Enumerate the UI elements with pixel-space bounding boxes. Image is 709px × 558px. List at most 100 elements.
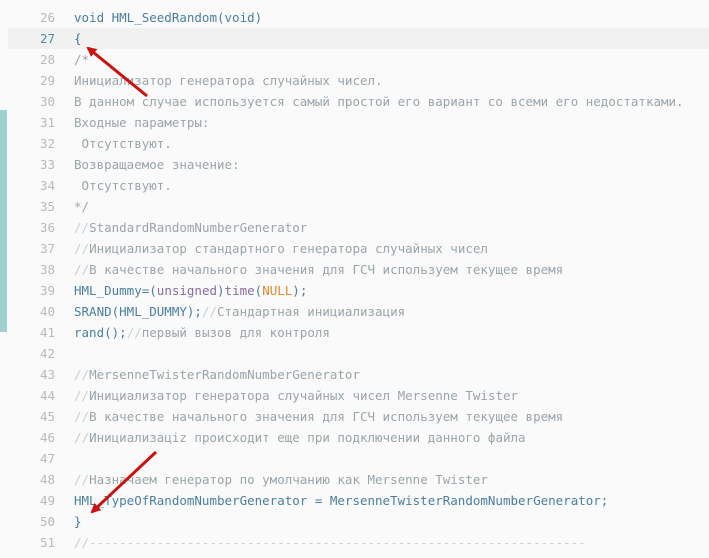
line-number: 50 — [39, 514, 55, 529]
code-text: //Инициализацiz происходит еще при подкл… — [74, 427, 526, 448]
code-token: // — [74, 220, 90, 235]
line-number: 43 — [39, 367, 55, 382]
code-line[interactable]: 29 Инициализатор генератора случайных чис… — [0, 70, 709, 91]
line-number: 48 — [39, 472, 55, 487]
code-line[interactable]: 36 //StandardRandomNumberGenerator — [0, 217, 709, 238]
code-line[interactable]: 37 //Инициализатор стандартного генератор… — [0, 238, 709, 259]
code-token: // — [74, 430, 90, 445]
code-text: Входные параметры: — [74, 112, 209, 133]
code-token: Возвращаемое значение: — [74, 157, 240, 172]
code-line[interactable]: 44 //Инициализатор генератора случайных ч… — [0, 385, 709, 406]
line-number: 30 — [39, 94, 55, 109]
line-number: 29 — [39, 73, 55, 88]
code-text: void HML_SeedRandom(void) — [74, 7, 262, 28]
code-text: { — [74, 28, 82, 49]
code-token: первый вызов для контроля — [141, 325, 330, 340]
code-line[interactable]: 40 SRAND(HML_DUMMY);//Стандартная инициал… — [0, 301, 709, 322]
line-number: 51 — [39, 535, 55, 550]
code-text: HML_Dummy=(unsigned)time(NULL); — [74, 280, 307, 301]
code-token: Инициализацiz происходит еще при подключ… — [89, 430, 526, 445]
code-token: Отсутствуют. — [74, 178, 172, 193]
code-token: /* — [74, 52, 90, 67]
line-number: 28 — [39, 52, 55, 67]
code-token: ) — [217, 283, 225, 298]
code-line[interactable]: 43 //MersenneTwisterRandomNumberGenerator — [0, 364, 709, 385]
code-line[interactable]: 48 //Назначаем генератор по умолчанию как… — [0, 469, 709, 490]
code-text: //В качестве начального значения для ГСЧ… — [74, 406, 563, 427]
code-line[interactable]: 31 Входные параметры: — [0, 112, 709, 133]
code-line[interactable]: 51 //------------------------------------… — [0, 532, 709, 553]
code-line[interactable]: 38 //В качестве начального значения для Г… — [0, 259, 709, 280]
code-token: // — [201, 304, 217, 319]
code-token: rand(); — [74, 325, 127, 340]
code-token: ); — [292, 283, 308, 298]
code-text: Отсутствуют. — [74, 133, 172, 154]
code-token: { — [74, 31, 82, 46]
code-line[interactable]: 46 //Инициализацiz происходит еще при под… — [0, 427, 709, 448]
code-token: Инициализатор генератора случайных чисел… — [89, 388, 519, 403]
line-number: 49 — [39, 493, 55, 508]
line-number: 44 — [39, 388, 55, 403]
code-line[interactable]: 26 void HML_SeedRandom(void) — [0, 7, 709, 28]
code-token: */ — [74, 199, 90, 214]
code-text: //Инициализатор генератора случайных чис… — [74, 385, 518, 406]
line-number: 38 — [39, 262, 55, 277]
code-line[interactable]: 34 Отсутствуют. — [0, 175, 709, 196]
code-token: // — [74, 367, 90, 382]
line-number: 47 — [39, 451, 55, 466]
code-token: // — [74, 262, 90, 277]
code-token: unsigned — [156, 283, 218, 298]
line-number: 37 — [39, 241, 55, 256]
code-text: HML_TypeOfRandomNumberGenerator = Mersen… — [74, 490, 608, 511]
code-line[interactable]: 42 — [0, 343, 709, 364]
code-line[interactable]: 39 HML_Dummy=(unsigned)time(NULL); — [0, 280, 709, 301]
code-editor[interactable]: 26 void HML_SeedRandom(void) 27 {28 /* 29 Иниц… — [0, 0, 709, 558]
code-token: // — [74, 388, 90, 403]
code-token: // — [74, 409, 90, 424]
code-token: В качестве начального значения для ГСЧ и… — [89, 409, 564, 424]
code-line[interactable]: 27 { — [8, 28, 709, 49]
code-text: //В качестве начального значения для ГСЧ… — [74, 259, 563, 280]
line-number: 33 — [39, 157, 55, 172]
code-line[interactable]: 32 Отсутствуют. — [0, 133, 709, 154]
code-token: // — [74, 241, 90, 256]
line-number: 34 — [39, 178, 55, 193]
code-text: */ — [74, 196, 89, 217]
code-token: HML_TypeOfRandomNumberGenerator = Mersen… — [74, 493, 609, 508]
code-line[interactable]: 35 */ — [0, 196, 709, 217]
code-text: //Назначаем генератор по умолчанию как M… — [74, 469, 488, 490]
code-token: Стандартная инициализация — [217, 304, 406, 319]
code-token: MersenneTwisterRandomNumberGenerator — [89, 367, 360, 382]
code-line[interactable]: 30 В данном случае используется самый про… — [0, 91, 709, 112]
code-line[interactable]: 47 — [0, 448, 709, 469]
code-line[interactable]: 45 //В качестве начального значения для Г… — [0, 406, 709, 427]
line-number: 26 — [39, 10, 55, 25]
code-token: Инициализатор генератора случайных чисел… — [74, 73, 383, 88]
line-number: 42 — [39, 346, 55, 361]
code-line[interactable]: 49 HML_TypeOfRandomNumberGenerator = Mers… — [0, 490, 709, 511]
code-text: //Инициализатор стандартного генератора … — [74, 238, 488, 259]
code-line[interactable]: 33 Возвращаемое значение: — [0, 154, 709, 175]
code-token: StandardRandomNumberGenerator — [89, 220, 308, 235]
code-line[interactable]: 28 /* — [0, 49, 709, 70]
code-text: //MersenneTwisterRandomNumberGenerator — [74, 364, 360, 385]
code-token: } — [74, 514, 82, 529]
line-number: 27 — [39, 31, 55, 46]
code-token: time — [224, 283, 255, 298]
line-number: 35 — [39, 199, 55, 214]
code-text: } — [74, 511, 82, 532]
line-number: 31 — [39, 115, 55, 130]
code-token: В данном случае используется самый прост… — [74, 94, 684, 109]
code-text: //--------------------------------------… — [74, 532, 586, 553]
code-token: //--------------------------------------… — [74, 535, 586, 550]
code-text: Инициализатор генератора случайных чисел… — [74, 70, 383, 91]
code-line[interactable]: 50} — [0, 511, 709, 532]
code-token: В качестве начального значения для ГСЧ и… — [89, 262, 564, 277]
code-token: Входные параметры: — [74, 115, 210, 130]
code-line[interactable]: 41 rand();//первый вызов для контроля — [0, 322, 709, 343]
code-token: Инициализатор стандартного генератора сл… — [89, 241, 488, 256]
line-number: 40 — [39, 304, 55, 319]
code-text: Отсутствуют. — [74, 175, 172, 196]
line-number: 36 — [39, 220, 55, 235]
code-token: NULL — [262, 283, 293, 298]
